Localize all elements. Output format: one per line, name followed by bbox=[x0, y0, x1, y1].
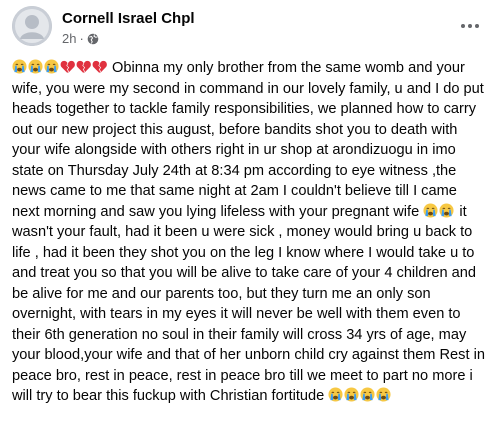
post-meta: 2h · bbox=[62, 31, 99, 46]
crying-face-emoji bbox=[12, 59, 27, 74]
post-text-middle: it wasn't your fault, had it been u were… bbox=[12, 203, 485, 405]
post-body: Obinna my only brother from the same wom… bbox=[12, 58, 486, 407]
broken-heart-emoji bbox=[60, 60, 75, 74]
avatar[interactable] bbox=[12, 6, 52, 46]
crying-face-emoji bbox=[344, 387, 359, 402]
post-header: Cornell Israel Chpl 2h · bbox=[12, 6, 482, 50]
crying-face-emoji bbox=[376, 387, 391, 402]
crying-face-emoji bbox=[439, 202, 454, 218]
crying-face-emoji bbox=[360, 387, 375, 402]
timestamp[interactable]: 2h bbox=[62, 31, 76, 46]
facebook-post: Cornell Israel Chpl 2h · Obinna my only … bbox=[0, 0, 495, 423]
more-options-icon[interactable] bbox=[458, 16, 482, 36]
broken-heart-emoji bbox=[76, 60, 91, 74]
author-name[interactable]: Cornell Israel Chpl bbox=[62, 10, 195, 27]
crying-face-emoji bbox=[28, 59, 43, 74]
meta-separator: · bbox=[79, 31, 84, 46]
broken-heart-emoji bbox=[92, 60, 107, 74]
post-text-intro: Obinna my only brother from the same wom… bbox=[12, 60, 484, 220]
globe-icon bbox=[87, 33, 99, 45]
crying-face-emoji bbox=[44, 59, 59, 74]
avatar-image bbox=[12, 6, 52, 46]
crying-face-emoji bbox=[423, 202, 438, 218]
crying-face-emoji bbox=[328, 387, 343, 402]
